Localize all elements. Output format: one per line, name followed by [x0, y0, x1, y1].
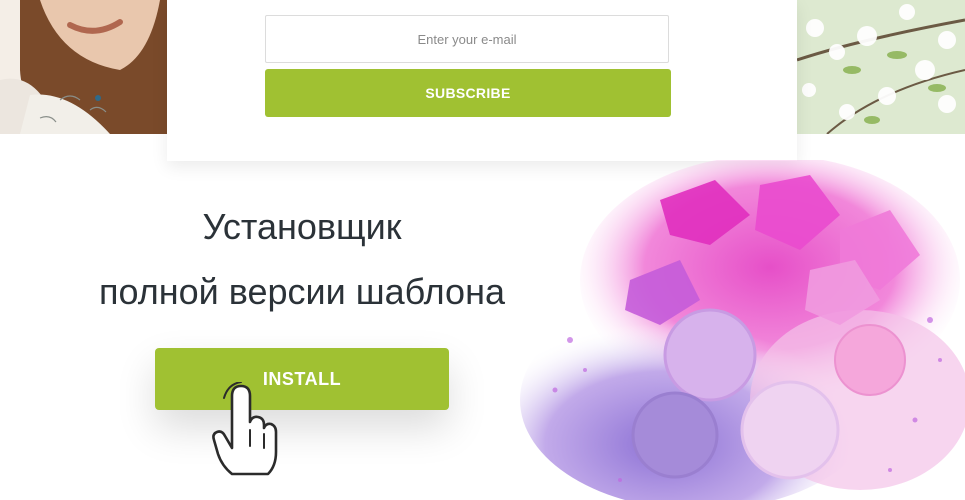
subscribe-card: SUBSCRIBE [167, 0, 797, 161]
hand-pointer-icon [212, 382, 278, 476]
makeup-powder-illustration [520, 160, 965, 500]
install-button[interactable]: INSTALL [155, 348, 449, 410]
hero-image-blossom [797, 0, 965, 134]
subscribe-button[interactable]: SUBSCRIBE [265, 69, 671, 117]
hero-image-woman [0, 0, 167, 134]
blossom-branch-illustration [797, 0, 965, 134]
woman-portrait-illustration [0, 0, 167, 134]
email-field[interactable] [265, 15, 669, 63]
